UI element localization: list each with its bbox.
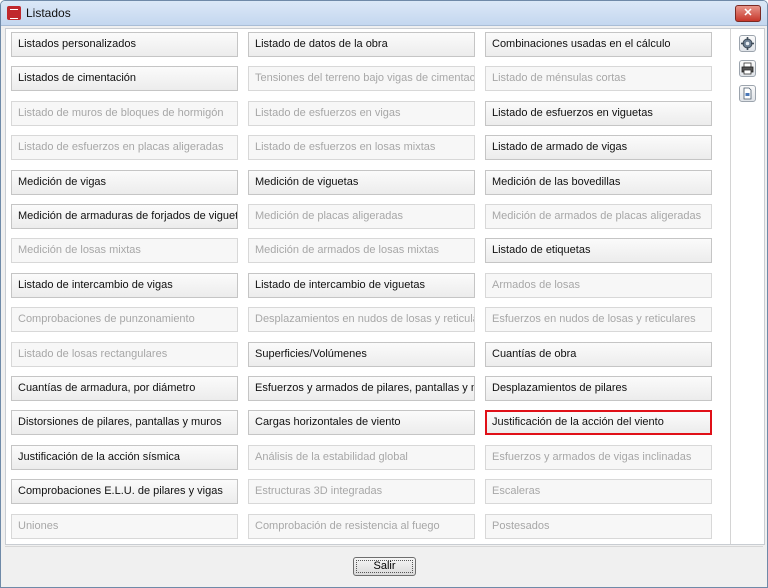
listing-button[interactable]: Medición de armaduras de forjados de vig…	[11, 204, 238, 229]
listing-button: Listado de losas rectangulares	[11, 342, 238, 367]
settings-gear-icon	[741, 37, 754, 50]
listing-button: Medición de losas mixtas	[11, 238, 238, 263]
listing-button[interactable]: Esfuerzos y armados de pilares, pantalla…	[248, 376, 475, 401]
document-export-icon	[743, 87, 752, 100]
listing-button[interactable]: Listado de etiquetas	[485, 238, 712, 263]
export-button[interactable]	[739, 85, 756, 102]
app-icon	[7, 6, 21, 20]
listing-button[interactable]: Listado de intercambio de viguetas	[248, 273, 475, 298]
listing-button: Listado de muros de bloques de hormigón	[11, 101, 238, 126]
listing-button[interactable]: Listado de intercambio de vigas	[11, 273, 238, 298]
listing-button: Escaleras	[485, 479, 712, 504]
listing-button: Tensiones del terreno bajo vigas de cime…	[248, 66, 475, 91]
listing-button: Análisis de la estabilidad global	[248, 445, 475, 470]
exit-button[interactable]: Salir	[353, 557, 416, 576]
listing-button: Listado de esfuerzos en placas aligerada…	[11, 135, 238, 160]
listing-button[interactable]: Cargas horizontales de viento	[248, 410, 475, 435]
listing-button[interactable]: Medición de viguetas	[248, 170, 475, 195]
listing-button[interactable]: Distorsiones de pilares, pantallas y mur…	[11, 410, 238, 435]
panel-divider	[730, 29, 731, 544]
listing-button: Medición de placas aligeradas	[248, 204, 475, 229]
listing-button: Medición de armados de losas mixtas	[248, 238, 475, 263]
listing-button: Comprobaciones de punzonamiento	[11, 307, 238, 332]
listing-button[interactable]: Cuantías de armadura, por diámetro	[11, 376, 238, 401]
listing-button[interactable]: Medición de las bovedillas	[485, 170, 712, 195]
listing-button[interactable]: Combinaciones usadas en el cálculo	[485, 32, 712, 57]
window-title: Listados	[26, 6, 71, 20]
listing-button: Postesados	[485, 514, 712, 539]
listing-button[interactable]: Superficies/Volúmenes	[248, 342, 475, 367]
listing-button[interactable]: Justificación de la acción sísmica	[11, 445, 238, 470]
listing-button[interactable]: Cuantías de obra	[485, 342, 712, 367]
listing-button: Listado de esfuerzos en losas mixtas	[248, 135, 475, 160]
listing-button: Comprobación de resistencia al fuego	[248, 514, 475, 539]
listing-button[interactable]: Desplazamientos de pilares	[485, 376, 712, 401]
footer-divider	[5, 546, 763, 547]
printer-icon	[741, 62, 754, 75]
listing-button: Listado de ménsulas cortas	[485, 66, 712, 91]
listing-button[interactable]: Listado de armado de vigas	[485, 135, 712, 160]
listing-button[interactable]: Medición de vigas	[11, 170, 238, 195]
listing-button[interactable]: Listado de datos de la obra	[248, 32, 475, 57]
listing-button: Medición de armados de placas aligeradas	[485, 204, 712, 229]
listing-button: Uniones	[11, 514, 238, 539]
listados-window: Listados ✕ Listados personalizados Listad…	[0, 0, 768, 588]
listing-button[interactable]: Listado de esfuerzos en viguetas	[485, 101, 712, 126]
title-bar: Listados ✕	[1, 1, 767, 26]
listing-button[interactable]: Justificación de la acción del viento	[485, 410, 712, 435]
print-button[interactable]	[739, 60, 756, 77]
listings-panel: Listados personalizados Listado de datos …	[5, 28, 765, 545]
listing-button[interactable]: Listados personalizados	[11, 32, 238, 57]
listing-button: Esfuerzos en nudos de losas y reticulare…	[485, 307, 712, 332]
close-button[interactable]: ✕	[735, 5, 761, 22]
listing-button[interactable]: Comprobaciones E.L.U. de pilares y vigas	[11, 479, 238, 504]
listing-button: Armados de losas	[485, 273, 712, 298]
listing-button[interactable]: Listados de cimentación	[11, 66, 238, 91]
settings-button[interactable]	[739, 35, 756, 52]
listing-button: Desplazamientos en nudos de losas y reti…	[248, 307, 475, 332]
listing-button: Esfuerzos y armados de vigas inclinadas	[485, 445, 712, 470]
listing-button: Estructuras 3D integradas	[248, 479, 475, 504]
listing-button: Listado de esfuerzos en vigas	[248, 101, 475, 126]
